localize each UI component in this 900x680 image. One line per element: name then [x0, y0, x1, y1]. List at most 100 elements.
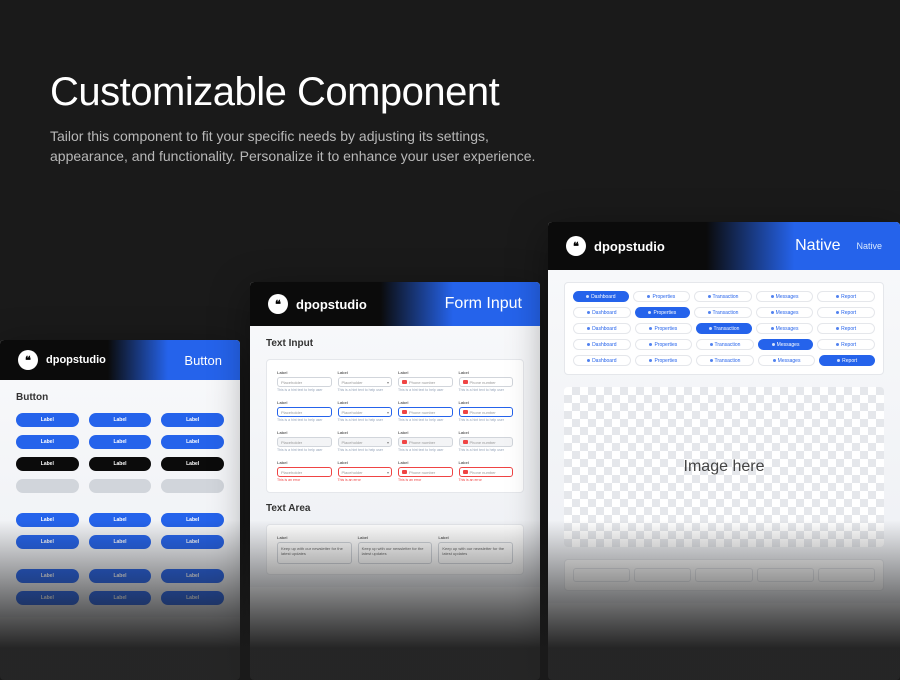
section-label: Button	[16, 392, 224, 403]
input-hint: This is a hint text to help user	[398, 418, 453, 422]
tab-report[interactable]: Report	[817, 323, 875, 334]
dot-icon	[708, 311, 711, 314]
tab-messages[interactable]: Messages	[758, 339, 814, 350]
dot-icon	[836, 311, 839, 314]
input-error: This is an error	[338, 478, 393, 482]
input-hint: This is a hint text to help user	[338, 448, 393, 452]
tab-report[interactable]: Report	[819, 355, 875, 366]
input-label: Label	[459, 400, 514, 405]
chevron-down-icon: ▾	[387, 380, 389, 385]
button-sample[interactable]: Label	[161, 413, 224, 427]
text-input-error[interactable]: Placeholder	[277, 467, 332, 477]
tab-transaction[interactable]: Transaction	[696, 339, 754, 350]
brand: ❝ dpopstudio	[566, 236, 665, 256]
input-label: Label	[438, 535, 513, 540]
tab-messages[interactable]: Messages	[756, 323, 814, 334]
text-input-focused[interactable]: Placeholder	[277, 407, 332, 417]
extra-panel	[564, 559, 884, 591]
tab-messages[interactable]: Messages	[758, 355, 816, 366]
tab-transaction[interactable]: Transaction	[694, 291, 752, 302]
text-input-error[interactable]: Placeholder▾	[338, 467, 393, 477]
tab-report[interactable]: Report	[817, 339, 875, 350]
text-input-focused[interactable]: Placeholder▾	[338, 407, 393, 417]
textarea[interactable]: Keep up with our newsletter for the late…	[358, 542, 433, 564]
tab-report[interactable]: Report	[817, 291, 875, 302]
placeholder-box	[757, 568, 814, 582]
input-label: Label	[459, 460, 514, 465]
flag-icon	[463, 380, 468, 384]
input-label: Label	[398, 460, 453, 465]
button-sample[interactable]: Label	[16, 513, 79, 527]
tab-transaction[interactable]: Transaction	[696, 323, 752, 334]
card-title: Form Input	[445, 295, 522, 313]
chevron-down-icon: ▾	[387, 410, 389, 415]
input-cell: Label Placeholder▾ This is a hint text t…	[338, 400, 393, 422]
button-sample[interactable]: Label	[161, 591, 224, 605]
dot-icon	[587, 327, 590, 330]
tab-dashboard[interactable]: Dashboard	[573, 291, 629, 302]
tab-transaction[interactable]: Transaction	[694, 307, 752, 318]
phone-input[interactable]: Phone number	[398, 377, 453, 387]
button-sample[interactable]: Label	[161, 435, 224, 449]
placeholder-box	[573, 568, 630, 582]
chevron-down-icon: ▾	[387, 440, 389, 445]
button-sample[interactable]: Label	[161, 569, 224, 583]
phone-input[interactable]: Phone number	[459, 377, 514, 387]
input-label: Label	[277, 430, 332, 435]
tab-report[interactable]: Report	[817, 307, 875, 318]
tab-properties[interactable]: Properties	[635, 323, 693, 334]
phone-input-error[interactable]: Phone number	[459, 467, 514, 477]
textarea-cell: Label Keep up with our newsletter for th…	[358, 535, 433, 564]
button-sample[interactable]: Label	[89, 569, 152, 583]
button-sample[interactable]: Label	[16, 457, 79, 471]
chevron-down-icon: ▾	[387, 470, 389, 475]
button-sample[interactable]: Label	[16, 435, 79, 449]
button-sample[interactable]: Label	[89, 591, 152, 605]
text-input-disabled: Placeholder▾	[338, 437, 393, 447]
phone-input-disabled: Phone number	[459, 437, 514, 447]
input-label: Label	[338, 370, 393, 375]
tab-dashboard[interactable]: Dashboard	[573, 355, 631, 366]
textarea[interactable]: Keep up with our newsletter for the late…	[277, 542, 352, 564]
text-input[interactable]: Placeholder	[277, 377, 332, 387]
button-sample[interactable]: Label	[161, 457, 224, 471]
button-sample[interactable]: Label	[161, 535, 224, 549]
dot-icon	[709, 327, 712, 330]
text-input[interactable]: Placeholder▾	[338, 377, 393, 387]
card-header: ❝ dpopstudio Native Native	[548, 222, 900, 270]
dot-icon	[772, 343, 775, 346]
button-sample[interactable]: Label	[89, 413, 152, 427]
tab-dashboard[interactable]: Dashboard	[573, 339, 631, 350]
placeholder-box	[695, 568, 752, 582]
tab-properties[interactable]: Properties	[635, 355, 693, 366]
tab-messages[interactable]: Messages	[756, 291, 814, 302]
input-cell: Label Placeholder▾ This is a hint text t…	[338, 430, 393, 452]
button-sample[interactable]: Label	[16, 569, 79, 583]
tab-dashboard[interactable]: Dashboard	[573, 323, 631, 334]
tab-messages[interactable]: Messages	[756, 307, 814, 318]
input-error: This is an error	[398, 478, 453, 482]
phone-input-focused[interactable]: Phone number	[398, 407, 453, 417]
button-sample[interactable]: Label	[16, 591, 79, 605]
button-sample[interactable]: Label	[16, 413, 79, 427]
button-sample[interactable]: Label	[89, 513, 152, 527]
tab-properties[interactable]: Properties	[635, 339, 693, 350]
tab-properties[interactable]: Properties	[633, 291, 691, 302]
button-sample[interactable]: Label	[89, 435, 152, 449]
flag-icon	[402, 440, 407, 444]
textarea-panel: Label Keep up with our newsletter for th…	[266, 524, 524, 575]
tab-dashboard[interactable]: Dashboard	[573, 307, 631, 318]
phone-input-focused[interactable]: Phone number	[459, 407, 514, 417]
tab-transaction[interactable]: Transaction	[696, 355, 754, 366]
button-sample[interactable]: Label	[161, 513, 224, 527]
button-sample[interactable]: Label	[16, 535, 79, 549]
tab-properties[interactable]: Properties	[635, 307, 691, 318]
button-sample[interactable]: Label	[89, 535, 152, 549]
input-error: This is an error	[459, 478, 514, 482]
textarea[interactable]: Keep up with our newsletter for the late…	[438, 542, 513, 564]
button-sample[interactable]: Label	[89, 457, 152, 471]
input-label: Label	[338, 400, 393, 405]
input-cell: Label Placeholder▾ This is an error	[338, 460, 393, 482]
phone-input-error[interactable]: Phone number	[398, 467, 453, 477]
quote-icon: ❝	[18, 350, 38, 370]
